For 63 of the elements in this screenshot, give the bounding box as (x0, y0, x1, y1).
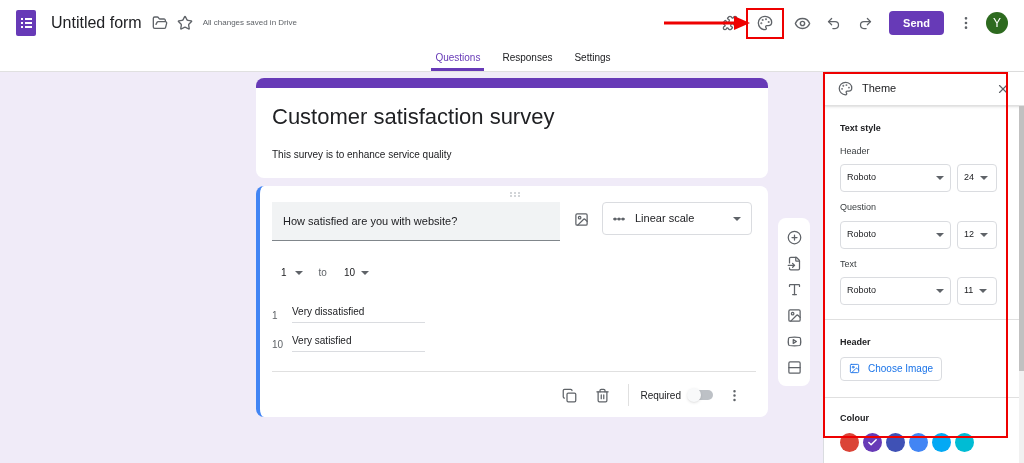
image-icon[interactable] (786, 307, 802, 323)
style-label: Question (840, 201, 878, 214)
caret-icon (733, 216, 741, 221)
duplicate-icon[interactable] (562, 387, 578, 403)
scale-to-label: to (318, 266, 327, 280)
image-icon[interactable] (574, 212, 589, 227)
font-dropdown[interactable]: Roboto (840, 277, 951, 305)
palette-icon[interactable] (757, 15, 773, 31)
check-icon (867, 437, 878, 448)
import-questions-icon[interactable] (786, 255, 802, 271)
redo-icon[interactable] (858, 15, 873, 31)
form-description[interactable]: This survey is to enhance service quality (272, 147, 768, 162)
caret-icon (980, 176, 988, 180)
scale-label-field[interactable]: Very satisfied (292, 333, 425, 352)
avatar[interactable]: Y (986, 12, 1008, 34)
tab[interactable]: Settings (570, 46, 615, 71)
scale-to-dropdown[interactable]: 10 (343, 265, 370, 280)
puzzle-icon[interactable] (722, 15, 738, 31)
send-button[interactable]: Send (889, 11, 944, 35)
style-label: Text (840, 257, 858, 271)
caret-icon (936, 289, 944, 293)
caret-icon (936, 232, 944, 237)
section-heading: Colour (840, 411, 870, 425)
question-field[interactable]: How satisfied are you with website? (272, 202, 560, 241)
font-dropdown[interactable]: Roboto (840, 220, 951, 249)
question-type-dropdown[interactable]: Linear scale (602, 202, 752, 235)
delete-icon[interactable] (595, 387, 611, 403)
video-icon[interactable] (786, 333, 802, 349)
star-icon[interactable] (176, 15, 193, 31)
required-label: Required (640, 388, 681, 403)
panel-title: Theme (862, 81, 897, 97)
save-status: All changes saved in Drive (202, 17, 297, 29)
section-icon[interactable] (786, 359, 802, 375)
style-label: Header (840, 144, 871, 158)
add-question-icon[interactable] (786, 229, 802, 245)
form-heading[interactable]: Customer satisfaction survey (272, 100, 768, 133)
tab[interactable]: Responses (498, 46, 557, 71)
palette-icon (838, 81, 853, 96)
caret-icon (980, 232, 988, 237)
size-dropdown[interactable]: 12 (957, 220, 997, 249)
scale-number: 10 (272, 338, 285, 352)
caret-icon (361, 270, 370, 275)
caret-icon (294, 270, 303, 275)
size-dropdown[interactable]: 24 (957, 164, 997, 192)
choose-image-button[interactable]: Choose Image (840, 356, 943, 381)
undo-icon[interactable] (826, 15, 841, 31)
caret-icon (979, 289, 988, 293)
scale-number: 1 (272, 309, 279, 323)
drag-handle-icon[interactable] (510, 192, 520, 197)
linear-scale-icon (613, 216, 625, 221)
required-toggle[interactable] (689, 390, 713, 400)
scale-label-field[interactable]: Very dissatisfied (292, 304, 425, 323)
section-heading: Header (840, 336, 872, 349)
folder-icon[interactable] (151, 15, 168, 31)
font-dropdown[interactable]: Roboto (840, 164, 951, 192)
size-dropdown[interactable]: 11 (957, 277, 997, 305)
forms-logo-icon[interactable] (16, 10, 36, 36)
image-icon (849, 363, 860, 374)
scale-from-dropdown[interactable]: 1 (281, 265, 303, 280)
section-heading: Text style (840, 122, 882, 135)
title-text-icon[interactable] (786, 281, 802, 297)
caret-icon (936, 176, 944, 180)
form-title[interactable]: Untitled form (51, 11, 142, 35)
